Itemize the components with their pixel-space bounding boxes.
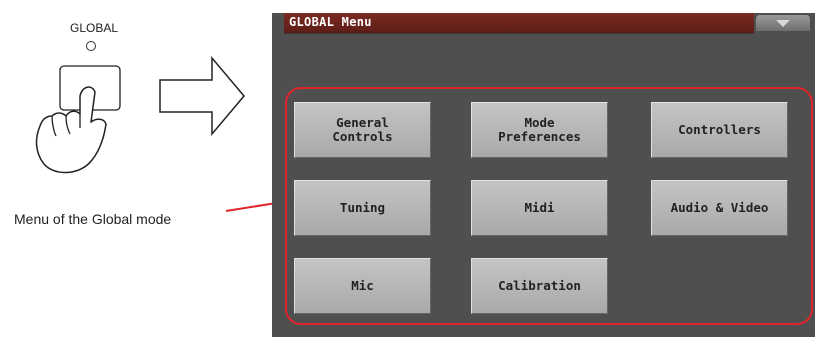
- page-title: GLOBAL Menu: [289, 15, 372, 29]
- right-arrow-icon: [159, 55, 245, 137]
- hand-press-illustration: [35, 55, 245, 174]
- menu-highlight-frame: [285, 87, 813, 325]
- page-menu-button[interactable]: [756, 15, 810, 31]
- screen-title-bar: GLOBAL Menu: [284, 13, 754, 34]
- triangle-down-icon: [776, 20, 790, 27]
- callout-caption: Menu of the Global mode: [14, 211, 172, 227]
